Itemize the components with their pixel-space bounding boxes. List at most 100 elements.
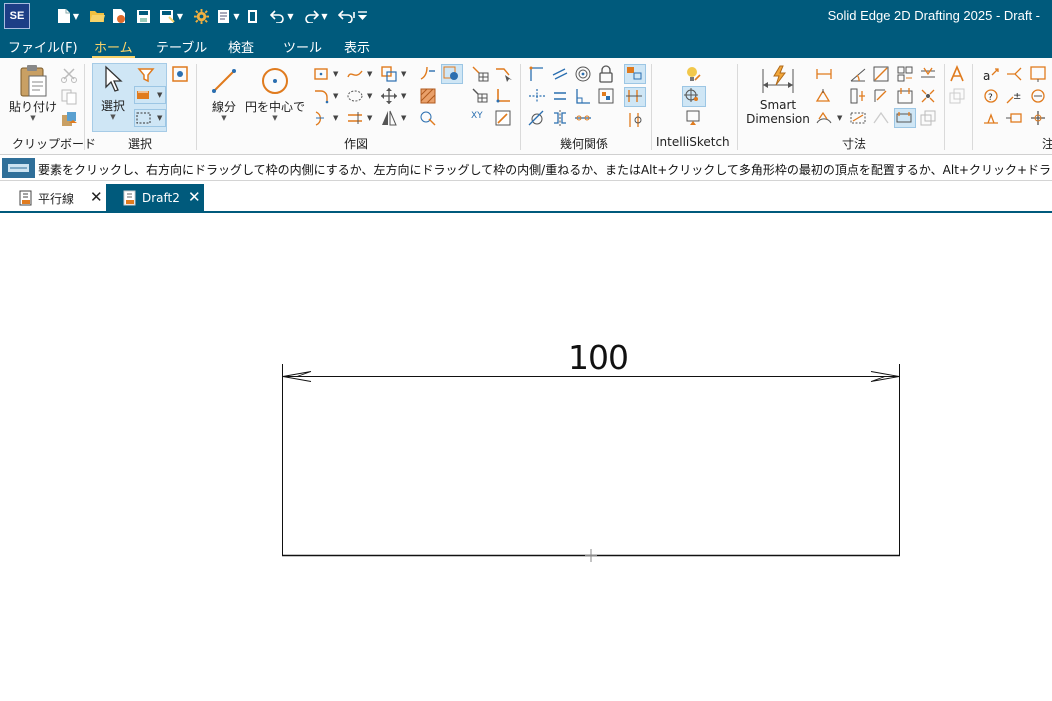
save-as-button[interactable]: ▼ [156, 6, 186, 26]
trim-icon[interactable] [380, 65, 398, 83]
paste-special-icon[interactable] [60, 110, 78, 128]
angle-between-icon[interactable] [849, 65, 867, 83]
tolerance-icon[interactable]: ± [1005, 87, 1023, 105]
extend-icon[interactable] [419, 65, 437, 83]
edge-condition-icon[interactable] [1005, 109, 1023, 127]
open-button[interactable] [88, 6, 106, 26]
maintain-relations-button[interactable] [624, 64, 646, 84]
dimension-prefix-button[interactable] [894, 108, 916, 128]
intellisketch-zone-button[interactable] [682, 86, 706, 107]
xy-coordinate-button[interactable]: XY [471, 111, 491, 129]
mirror-icon[interactable] [380, 109, 398, 127]
center-mark-icon[interactable] [1029, 109, 1047, 127]
prompt-bar-icon[interactable] [2, 158, 35, 178]
ellipse-icon[interactable] [346, 87, 364, 105]
point-pick-icon[interactable] [494, 65, 512, 83]
distance-between-icon[interactable] [815, 65, 833, 83]
datum-icon[interactable] [1029, 87, 1047, 105]
cut-icon[interactable] [60, 66, 78, 84]
split-icon[interactable] [471, 87, 489, 105]
solid-edge-logo[interactable]: SE [4, 3, 30, 29]
annotation-text-icon[interactable] [948, 65, 966, 83]
dimension-value[interactable]: 100 [568, 338, 629, 377]
move-icon[interactable] [380, 87, 398, 105]
annotation-disabled-icon[interactable] [948, 87, 966, 105]
save-button[interactable] [134, 6, 152, 26]
dimension-style-icon[interactable] [919, 87, 937, 105]
undo-button[interactable]: ▼ [268, 6, 296, 26]
tab-tools[interactable]: ツール [281, 37, 324, 58]
radius-dimension-icon[interactable] [872, 87, 890, 105]
disabled-dim-icon[interactable] [872, 109, 890, 127]
copy-attributes-icon[interactable] [919, 109, 937, 127]
rigid-set-icon[interactable] [597, 87, 615, 105]
callout-icon[interactable]: a [982, 65, 1000, 83]
close-document-button[interactable] [244, 6, 262, 26]
coordinate-dim-icon[interactable] [494, 109, 512, 127]
drawing-canvas[interactable]: 100 [0, 214, 1052, 701]
surface-texture-icon[interactable]: ? [982, 87, 1000, 105]
symmetric-diameter-icon[interactable] [896, 65, 914, 83]
tab-view[interactable]: 表示 [342, 37, 372, 58]
intellisketch-options-icon[interactable] [684, 65, 702, 83]
copy-icon[interactable] [60, 88, 78, 106]
connect-relation-icon[interactable] [528, 65, 546, 83]
circle-by-center-button[interactable]: 円を中心で ▼ [244, 66, 306, 122]
paste-button[interactable]: 貼り付け ▼ [8, 64, 58, 122]
new-file-button[interactable]: ▼ [56, 6, 80, 26]
tab-inspect[interactable]: 検査 [226, 37, 256, 58]
balloon-icon[interactable] [1029, 65, 1047, 83]
weld-symbol-icon[interactable] [982, 109, 1000, 127]
tab-table[interactable]: テーブル [154, 37, 209, 58]
document-tab-parallel[interactable]: 平行線 ✕ [0, 184, 106, 212]
select-filter-icon[interactable] [137, 66, 155, 84]
tangent-relation-icon[interactable] [528, 109, 546, 127]
rectangle-icon[interactable] [312, 65, 330, 83]
fillet-icon[interactable] [312, 87, 330, 105]
relationship-assistant-icon[interactable] [626, 111, 644, 129]
settings-button[interactable] [192, 6, 210, 26]
print-button[interactable]: ▼ [215, 6, 241, 26]
tab-file[interactable]: ファイル(F) [6, 37, 80, 58]
corner-icon[interactable] [494, 87, 512, 105]
horizontal-vertical-icon[interactable] [574, 109, 592, 127]
sketch-relationship-button[interactable] [441, 64, 463, 84]
smart-dimension-button[interactable]: Smart Dimension [742, 65, 814, 126]
tab-home[interactable]: ホーム [92, 37, 135, 58]
close-icon[interactable]: ✕ [90, 188, 103, 206]
offset-icon[interactable] [346, 109, 364, 127]
ordinate-dimension-icon[interactable] [896, 87, 914, 105]
redo-button[interactable]: ▼ [302, 6, 330, 26]
curve-icon[interactable] [346, 65, 364, 83]
equal-relation-icon[interactable] [551, 87, 569, 105]
perpendicular-relation-icon[interactable] [574, 87, 592, 105]
concentric-relation-icon[interactable] [574, 65, 592, 83]
intersect-icon[interactable] [419, 109, 437, 127]
drawing-sheet[interactable] [0, 214, 1052, 701]
select-mode-button[interactable]: ▼ [134, 86, 166, 104]
open-recent-button[interactable] [110, 6, 128, 26]
intellisketch-snap-icon[interactable] [684, 109, 702, 127]
dimension-axis-icon[interactable] [849, 109, 867, 127]
midpoint-relation-icon[interactable] [528, 87, 546, 105]
line-button[interactable]: 線分 ▼ [206, 66, 242, 122]
repeat-button[interactable] [336, 6, 356, 26]
quick-pick-icon[interactable] [171, 65, 189, 83]
arc-icon[interactable] [312, 109, 330, 127]
coordinate-dimension-icon[interactable] [815, 87, 833, 105]
lock-relation-icon[interactable] [597, 65, 615, 83]
chamfer-dimension-icon[interactable] [919, 65, 937, 83]
fill-icon[interactable] [419, 87, 437, 105]
table-insert-icon[interactable] [471, 65, 489, 83]
select-tool-button[interactable]: 選択 ▼ [94, 65, 132, 121]
parallel-relation-icon[interactable] [551, 65, 569, 83]
customize-quick-access-button[interactable] [356, 6, 368, 26]
close-icon[interactable]: ✕ [188, 188, 201, 206]
leader-icon[interactable] [1005, 65, 1023, 83]
angular-coordinate-icon[interactable] [872, 65, 890, 83]
symmetric-relation-icon[interactable] [551, 109, 569, 127]
arc-length-icon[interactable] [815, 109, 833, 127]
select-box-button[interactable]: ▼ [134, 109, 166, 127]
relationship-handles-button[interactable] [624, 87, 646, 107]
document-tab-draft2[interactable]: Draft2 ✕ [106, 184, 204, 212]
